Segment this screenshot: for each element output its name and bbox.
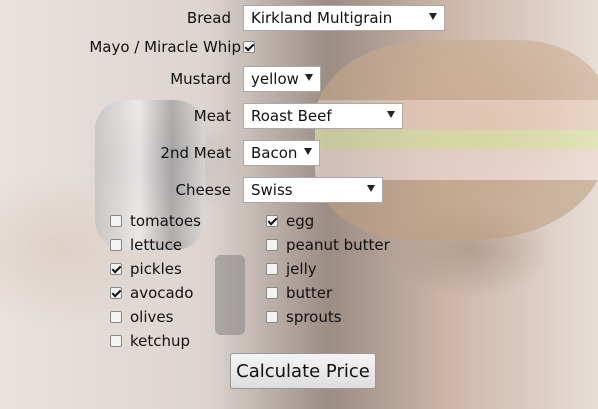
bread-select[interactable]: Kirkland Multigrain: [243, 5, 445, 31]
checkbox[interactable]: [110, 263, 122, 275]
meat-select-value: Roast Beef: [251, 107, 332, 125]
checkbox[interactable]: [110, 287, 122, 299]
chevron-down-icon: [429, 13, 437, 20]
meat-label: Meat: [193, 107, 231, 125]
cheese-select[interactable]: Swiss: [243, 177, 383, 203]
second-meat-select[interactable]: Bacon: [243, 140, 320, 166]
checkbox[interactable]: [110, 215, 122, 227]
topping-butter[interactable]: butter: [266, 284, 332, 302]
topping-pickles[interactable]: pickles: [110, 260, 182, 278]
mustard-select-value: yellow: [251, 70, 299, 88]
mustard-select[interactable]: yellow: [243, 66, 321, 92]
chevron-down-icon: [305, 74, 313, 81]
bread-label: Bread: [186, 9, 231, 27]
topping-label: egg: [286, 212, 315, 230]
background-photo: [0, 0, 598, 409]
meat-row: Meat Roast Beef: [0, 103, 403, 129]
topping-lettuce[interactable]: lettuce: [110, 236, 182, 254]
mustard-row: Mustard yellow: [0, 66, 321, 92]
topping-label: butter: [286, 284, 333, 302]
topping-jelly[interactable]: jelly: [266, 260, 317, 278]
chevron-down-icon: [367, 185, 375, 192]
mustard-label: Mustard: [170, 70, 231, 88]
chevron-down-icon: [304, 148, 312, 155]
checkbox[interactable]: [266, 239, 278, 251]
topping-label: peanut butter: [286, 236, 390, 254]
bread-row: Bread Kirkland Multigrain: [0, 5, 445, 31]
topping-label: ketchup: [130, 332, 191, 350]
second-meat-row: 2nd Meat Bacon: [0, 140, 320, 166]
checkbox[interactable]: [266, 215, 278, 227]
checkbox[interactable]: [266, 287, 278, 299]
topping-peanut-butter[interactable]: peanut butter: [266, 236, 390, 254]
topping-label: jelly: [286, 260, 317, 278]
topping-label: sprouts: [286, 308, 342, 326]
topping-avocado[interactable]: avocado: [110, 284, 193, 302]
calculate-price-button[interactable]: Calculate Price: [230, 353, 376, 389]
checkbox[interactable]: [266, 311, 278, 323]
checkbox[interactable]: [266, 263, 278, 275]
topping-sprouts[interactable]: sprouts: [266, 308, 342, 326]
mayo-checkbox[interactable]: [243, 41, 255, 53]
checkbox[interactable]: [110, 239, 122, 251]
second-meat-label: 2nd Meat: [160, 144, 231, 162]
sandwich-image: [315, 40, 598, 240]
topping-egg[interactable]: egg: [266, 212, 314, 230]
second-meat-select-value: Bacon: [251, 144, 298, 162]
chevron-down-icon: [387, 111, 395, 118]
topping-label: avocado: [130, 284, 194, 302]
topping-label: tomatoes: [130, 212, 201, 230]
tripod-image: [215, 255, 245, 335]
topping-ketchup[interactable]: ketchup: [110, 332, 190, 350]
topping-tomatoes[interactable]: tomatoes: [110, 212, 201, 230]
cheese-label: Cheese: [175, 181, 231, 199]
meat-select[interactable]: Roast Beef: [243, 103, 403, 129]
mayo-label: Mayo / Miracle Whip: [89, 38, 241, 56]
cheese-select-value: Swiss: [251, 181, 293, 199]
topping-label: pickles: [130, 260, 182, 278]
checkbox[interactable]: [110, 335, 122, 347]
bread-select-value: Kirkland Multigrain: [251, 9, 393, 27]
checkbox[interactable]: [110, 311, 122, 323]
topping-olives[interactable]: olives: [110, 308, 173, 326]
cheese-row: Cheese Swiss: [0, 177, 383, 203]
topping-label: olives: [130, 308, 174, 326]
topping-label: lettuce: [130, 236, 183, 254]
mayo-row: Mayo / Miracle Whip: [0, 38, 263, 56]
